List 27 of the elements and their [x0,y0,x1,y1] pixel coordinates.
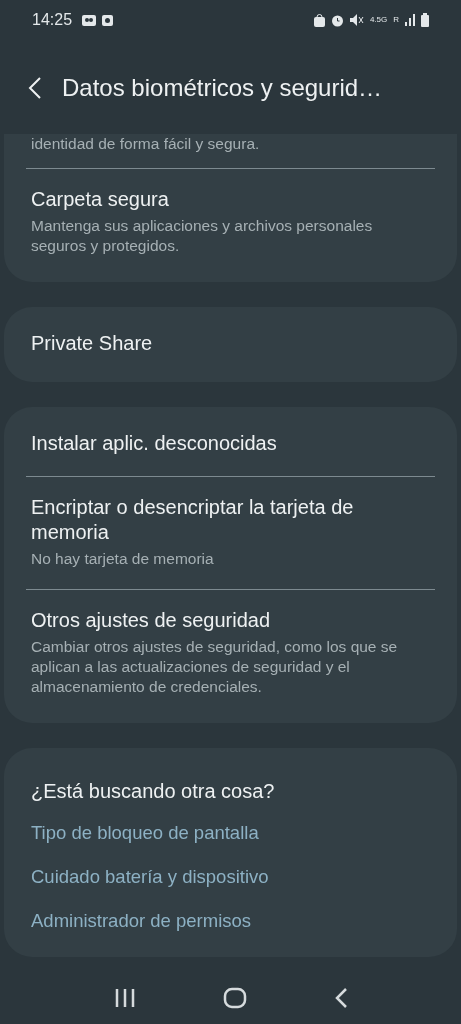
setting-description: Mantenga sus aplicaciones y archivos personales seguros y protegidos. [31,216,374,256]
page-title: Datos biométricos y segurid… [62,74,383,102]
back-icon[interactable] [28,76,42,100]
recent-apps-icon[interactable] [113,988,136,1008]
setting-description: No hay tarjeta de memoria [31,549,215,569]
battery-icon [421,13,429,27]
suggestion-link[interactable]: Cuidado batería y dispositivo [4,855,457,899]
roaming-label: R [393,16,399,24]
alarm-icon [330,13,344,27]
suggestions-title: ¿Está buscando otra cosa? [30,780,276,803]
setting-title[interactable]: Private Share [31,331,430,356]
setting-title[interactable]: Otros ajustes de seguridad [31,608,430,633]
setting-title[interactable]: Instalar aplic. desconocidas [31,431,430,456]
mute-icon [349,14,364,26]
notification-icon [82,14,97,26]
status-time: 14:25 [32,11,73,29]
suggestion-link[interactable]: Tipo de bloqueo de pantalla [4,811,457,855]
setting-description: identidad de forma fácil y segura. [31,134,261,154]
back-icon[interactable] [333,987,348,1009]
setting-title[interactable]: Encriptar o desencriptar la tarjeta de memoria [31,495,430,545]
signal-icon [405,14,415,26]
network-label: 4.5G [369,16,388,24]
notification-icon [102,14,114,26]
suggestion-link[interactable]: Administrador de permisos [4,899,457,943]
setting-title[interactable]: Carpeta segura [31,187,430,212]
home-icon[interactable] [222,987,247,1009]
setting-description: Cambiar otros ajustes de seguridad, como los que se aplican a las actualizaciones de seguridad y el almacenamiento de credenciales. [31,637,399,697]
